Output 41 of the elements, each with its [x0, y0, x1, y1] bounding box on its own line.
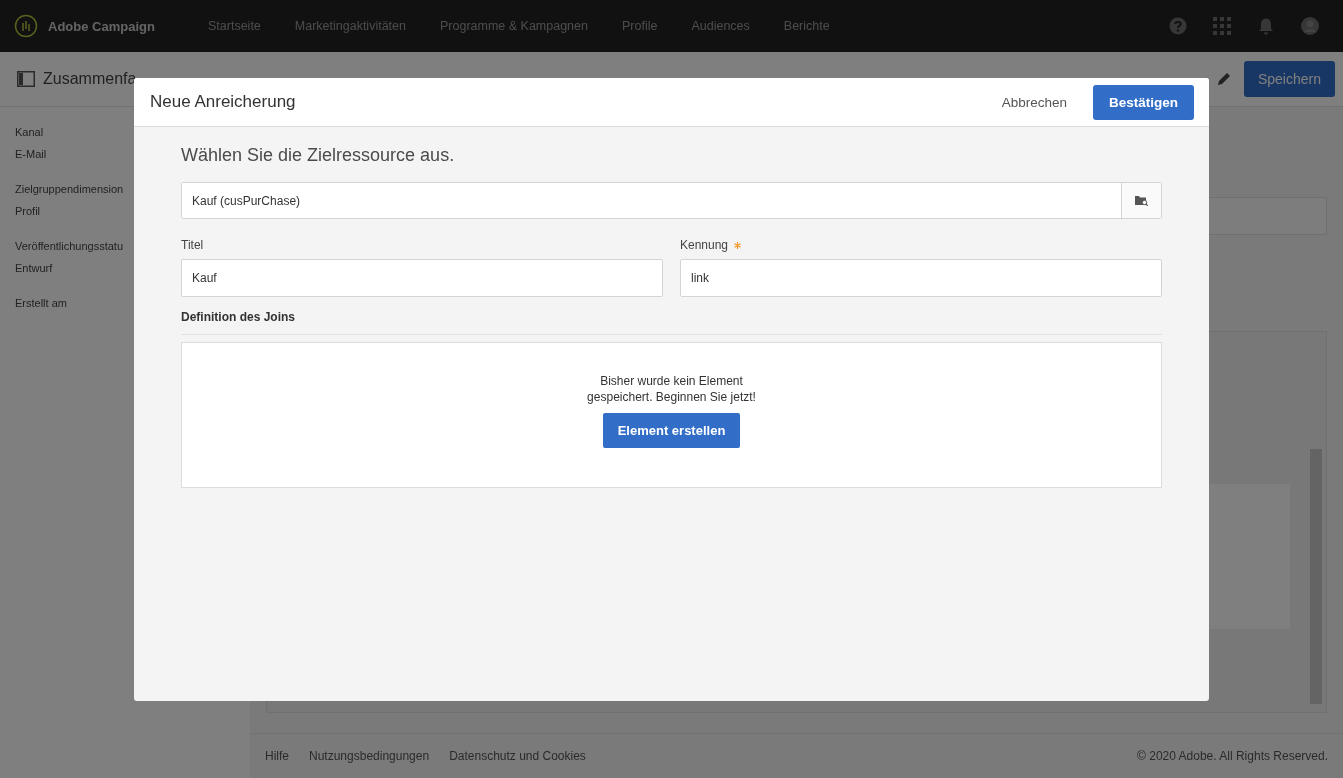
- nav-link[interactable]: Startseite: [208, 19, 261, 33]
- property-value: Profil: [15, 204, 41, 219]
- resource-field[interactable]: Kauf (cusPurChase): [181, 182, 1162, 219]
- section-label: Definition des Joins: [181, 310, 1162, 335]
- footer-link[interactable]: Hilfe: [265, 749, 289, 763]
- nav-link[interactable]: Marketingaktivitäten: [294, 19, 406, 33]
- pencil-icon[interactable]: [1215, 71, 1232, 87]
- footer-link[interactable]: Datenschutz und Cookies: [449, 749, 586, 763]
- nav-link[interactable]: Audiences: [691, 19, 750, 33]
- confirm-button[interactable]: Bestätigen: [1092, 84, 1194, 120]
- dialog-title: Neue Anreicherung: [150, 92, 296, 112]
- avatar-icon[interactable]: [1301, 17, 1319, 35]
- property-label: Veröffentlichungsstatu: [15, 239, 124, 254]
- nav-link[interactable]: Programme & Kampagnen: [440, 19, 588, 33]
- nav-link[interactable]: Berichte: [783, 19, 830, 33]
- property-label: Zielgruppendimension: [15, 182, 124, 197]
- page-title[interactable]: Zusammenfa: [43, 70, 137, 88]
- section-heading: Wählen Sie die Zielressource aus.: [181, 145, 456, 166]
- apps-grid-icon[interactable]: [1213, 17, 1231, 35]
- nav-link[interactable]: Profile: [622, 19, 658, 33]
- copyright-text: © 2020 Adobe. All Rights Reserved.: [1137, 749, 1328, 763]
- save-button[interactable]: Speichern: [1243, 61, 1335, 97]
- property-value: Entwurf: [15, 261, 53, 276]
- create-button[interactable]: Element erstellen: [602, 413, 741, 448]
- field-label: Kennung: [680, 238, 729, 252]
- empty-message: Bisher wurde kein Element gespeichert. Beginnen Sie jetzt!: [586, 373, 757, 405]
- property-value: E-Mail: [15, 147, 47, 162]
- bell-icon[interactable]: [1257, 17, 1275, 35]
- panel-icon[interactable]: [17, 71, 35, 87]
- brand-name[interactable]: Adobe Campaign: [48, 18, 155, 34]
- property-label: Erstellt am: [15, 296, 67, 311]
- footer-link[interactable]: Nutzungsbedingungen: [309, 749, 430, 763]
- field-label: Titel: [181, 238, 204, 252]
- text-field[interactable]: Kauf: [181, 259, 663, 297]
- text-field[interactable]: link: [680, 259, 1162, 297]
- folder-search-icon[interactable]: [1135, 195, 1148, 206]
- browse-button[interactable]: [1121, 183, 1161, 218]
- property-label: Kanal: [15, 125, 44, 140]
- logo-icon[interactable]: [14, 14, 38, 38]
- cancel-button[interactable]: Abbrechen: [1001, 94, 1067, 110]
- help-icon[interactable]: [1169, 17, 1187, 35]
